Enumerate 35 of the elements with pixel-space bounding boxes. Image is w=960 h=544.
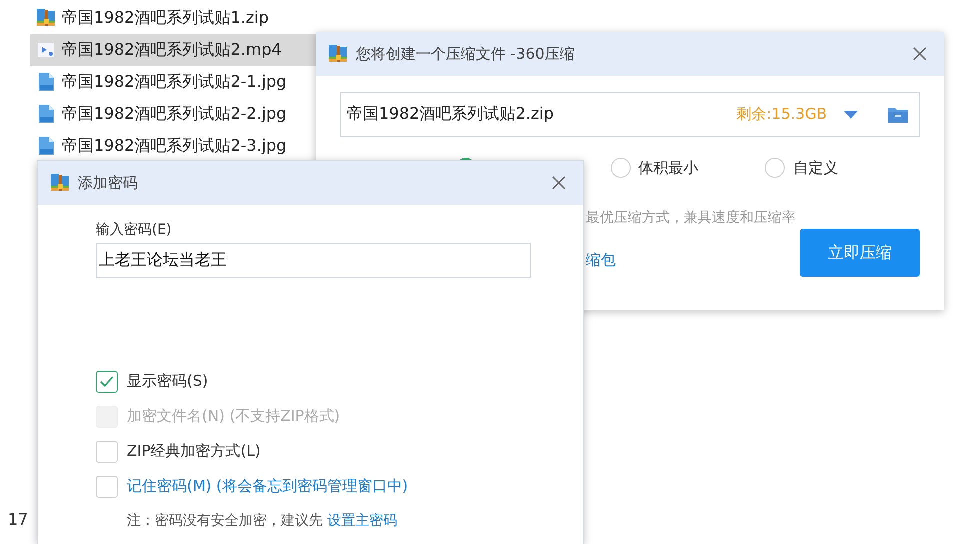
checkbox[interactable] (96, 476, 118, 498)
archive-icon (328, 44, 348, 64)
file-item[interactable]: 帝国1982酒吧系列试贴2.mp4 (30, 34, 316, 66)
window-title: 您将创建一个压缩文件 -360压缩 (356, 44, 576, 64)
radio-button[interactable] (610, 158, 631, 178)
file-item[interactable]: 帝国1982酒吧系列试贴1.zip (30, 2, 316, 34)
checkbox-label: 显示密码(S) (127, 372, 208, 391)
archive-icon (36, 8, 56, 28)
check-icon (100, 376, 114, 388)
radio-label: 体积最小 (638, 158, 699, 178)
radio-button[interactable] (765, 158, 786, 178)
description-text: 最优压缩方式，兼具速度和压缩率 (586, 209, 796, 227)
link[interactable]: 记住密码(M) (将会备忘到密码管理窗口中) (127, 477, 408, 496)
checkbox-label: 加密文件名(N) (不支持ZIP格式) (127, 407, 340, 426)
link[interactable]: 缩包 (586, 251, 796, 270)
checkbox[interactable] (96, 440, 118, 462)
file-item[interactable]: 帝国1982酒吧系列试贴2-1.jpg (30, 66, 316, 98)
radio-label: 自定义 (793, 158, 838, 178)
field-label: 输入密码(E) (96, 221, 173, 239)
file-item[interactable]: 帝国1982酒吧系列试贴2-2.jpg (30, 98, 316, 130)
video-file-icon (36, 40, 56, 60)
checkbox[interactable] (96, 370, 118, 392)
password-field[interactable]: 上老王论坛当老王 (96, 243, 531, 278)
link[interactable]: 设置主密码 (327, 513, 398, 529)
checkbox-label: ZIP经典加密方式(L) (127, 442, 261, 461)
close-icon (551, 175, 567, 191)
close-icon (912, 46, 928, 62)
window-title: 添加密码 (78, 174, 139, 192)
note-text: 注：密码没有安全加密，建议先 设置主密码 (127, 512, 398, 530)
image-file-icon (36, 72, 56, 92)
file-item[interactable]: 帝国1982酒吧系列试贴2-3.jpg (30, 130, 316, 162)
status-text: 17 (8, 510, 28, 529)
image-file-icon (36, 136, 56, 156)
archive-icon (50, 173, 70, 193)
image-file-icon (36, 104, 56, 124)
